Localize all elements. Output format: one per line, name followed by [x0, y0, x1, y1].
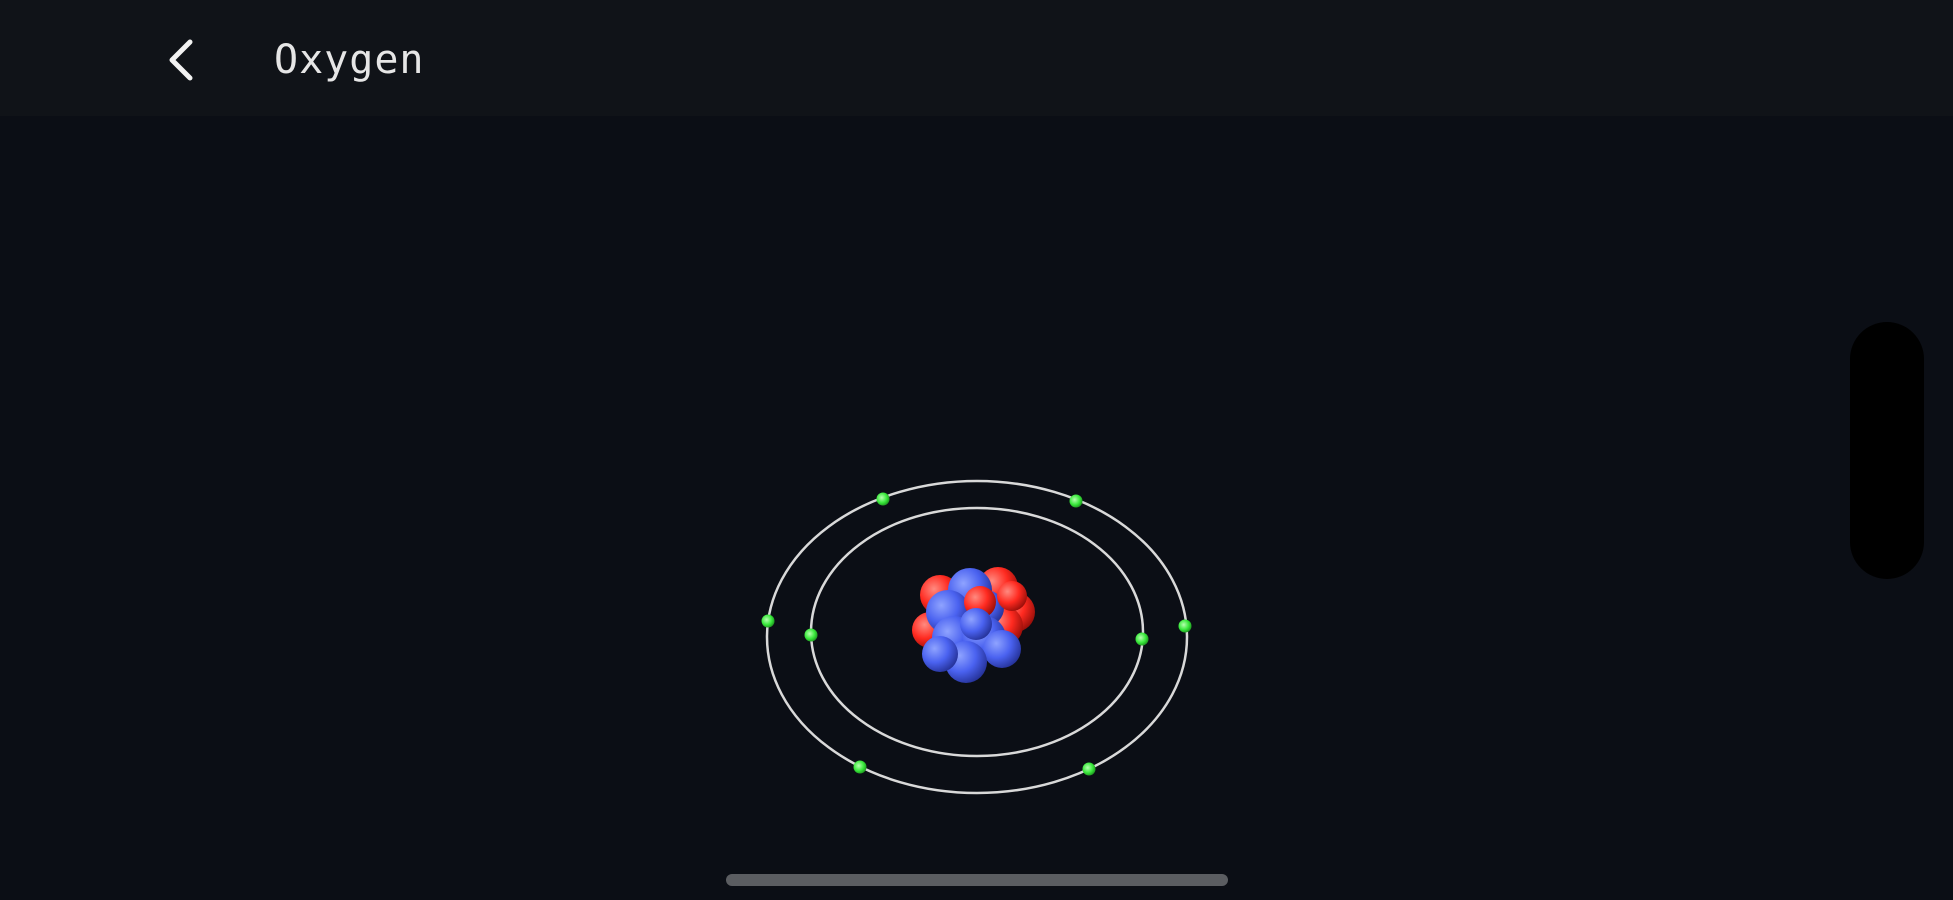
page-title: Oxygen: [274, 37, 425, 83]
atom-viewer-screen: Oxygen: [0, 0, 1953, 900]
electron: [876, 492, 890, 506]
side-panel-handle[interactable]: [1850, 322, 1924, 579]
atom-3d-view[interactable]: [0, 116, 1953, 900]
neutron: [960, 608, 992, 640]
back-button[interactable]: [150, 28, 214, 92]
electron: [1082, 762, 1096, 776]
neutron: [983, 630, 1021, 668]
neutron: [922, 636, 958, 672]
chevron-left-icon: [169, 39, 193, 81]
electron: [1178, 619, 1192, 633]
home-indicator[interactable]: [726, 874, 1228, 886]
electron: [761, 614, 775, 628]
proton: [997, 581, 1027, 611]
electron: [804, 628, 818, 642]
top-app-bar: Oxygen: [0, 0, 1953, 116]
electron: [1069, 494, 1083, 508]
electron: [853, 760, 867, 774]
nucleus: [912, 567, 1035, 683]
electron: [1135, 632, 1149, 646]
atom-model[interactable]: [740, 346, 1220, 806]
